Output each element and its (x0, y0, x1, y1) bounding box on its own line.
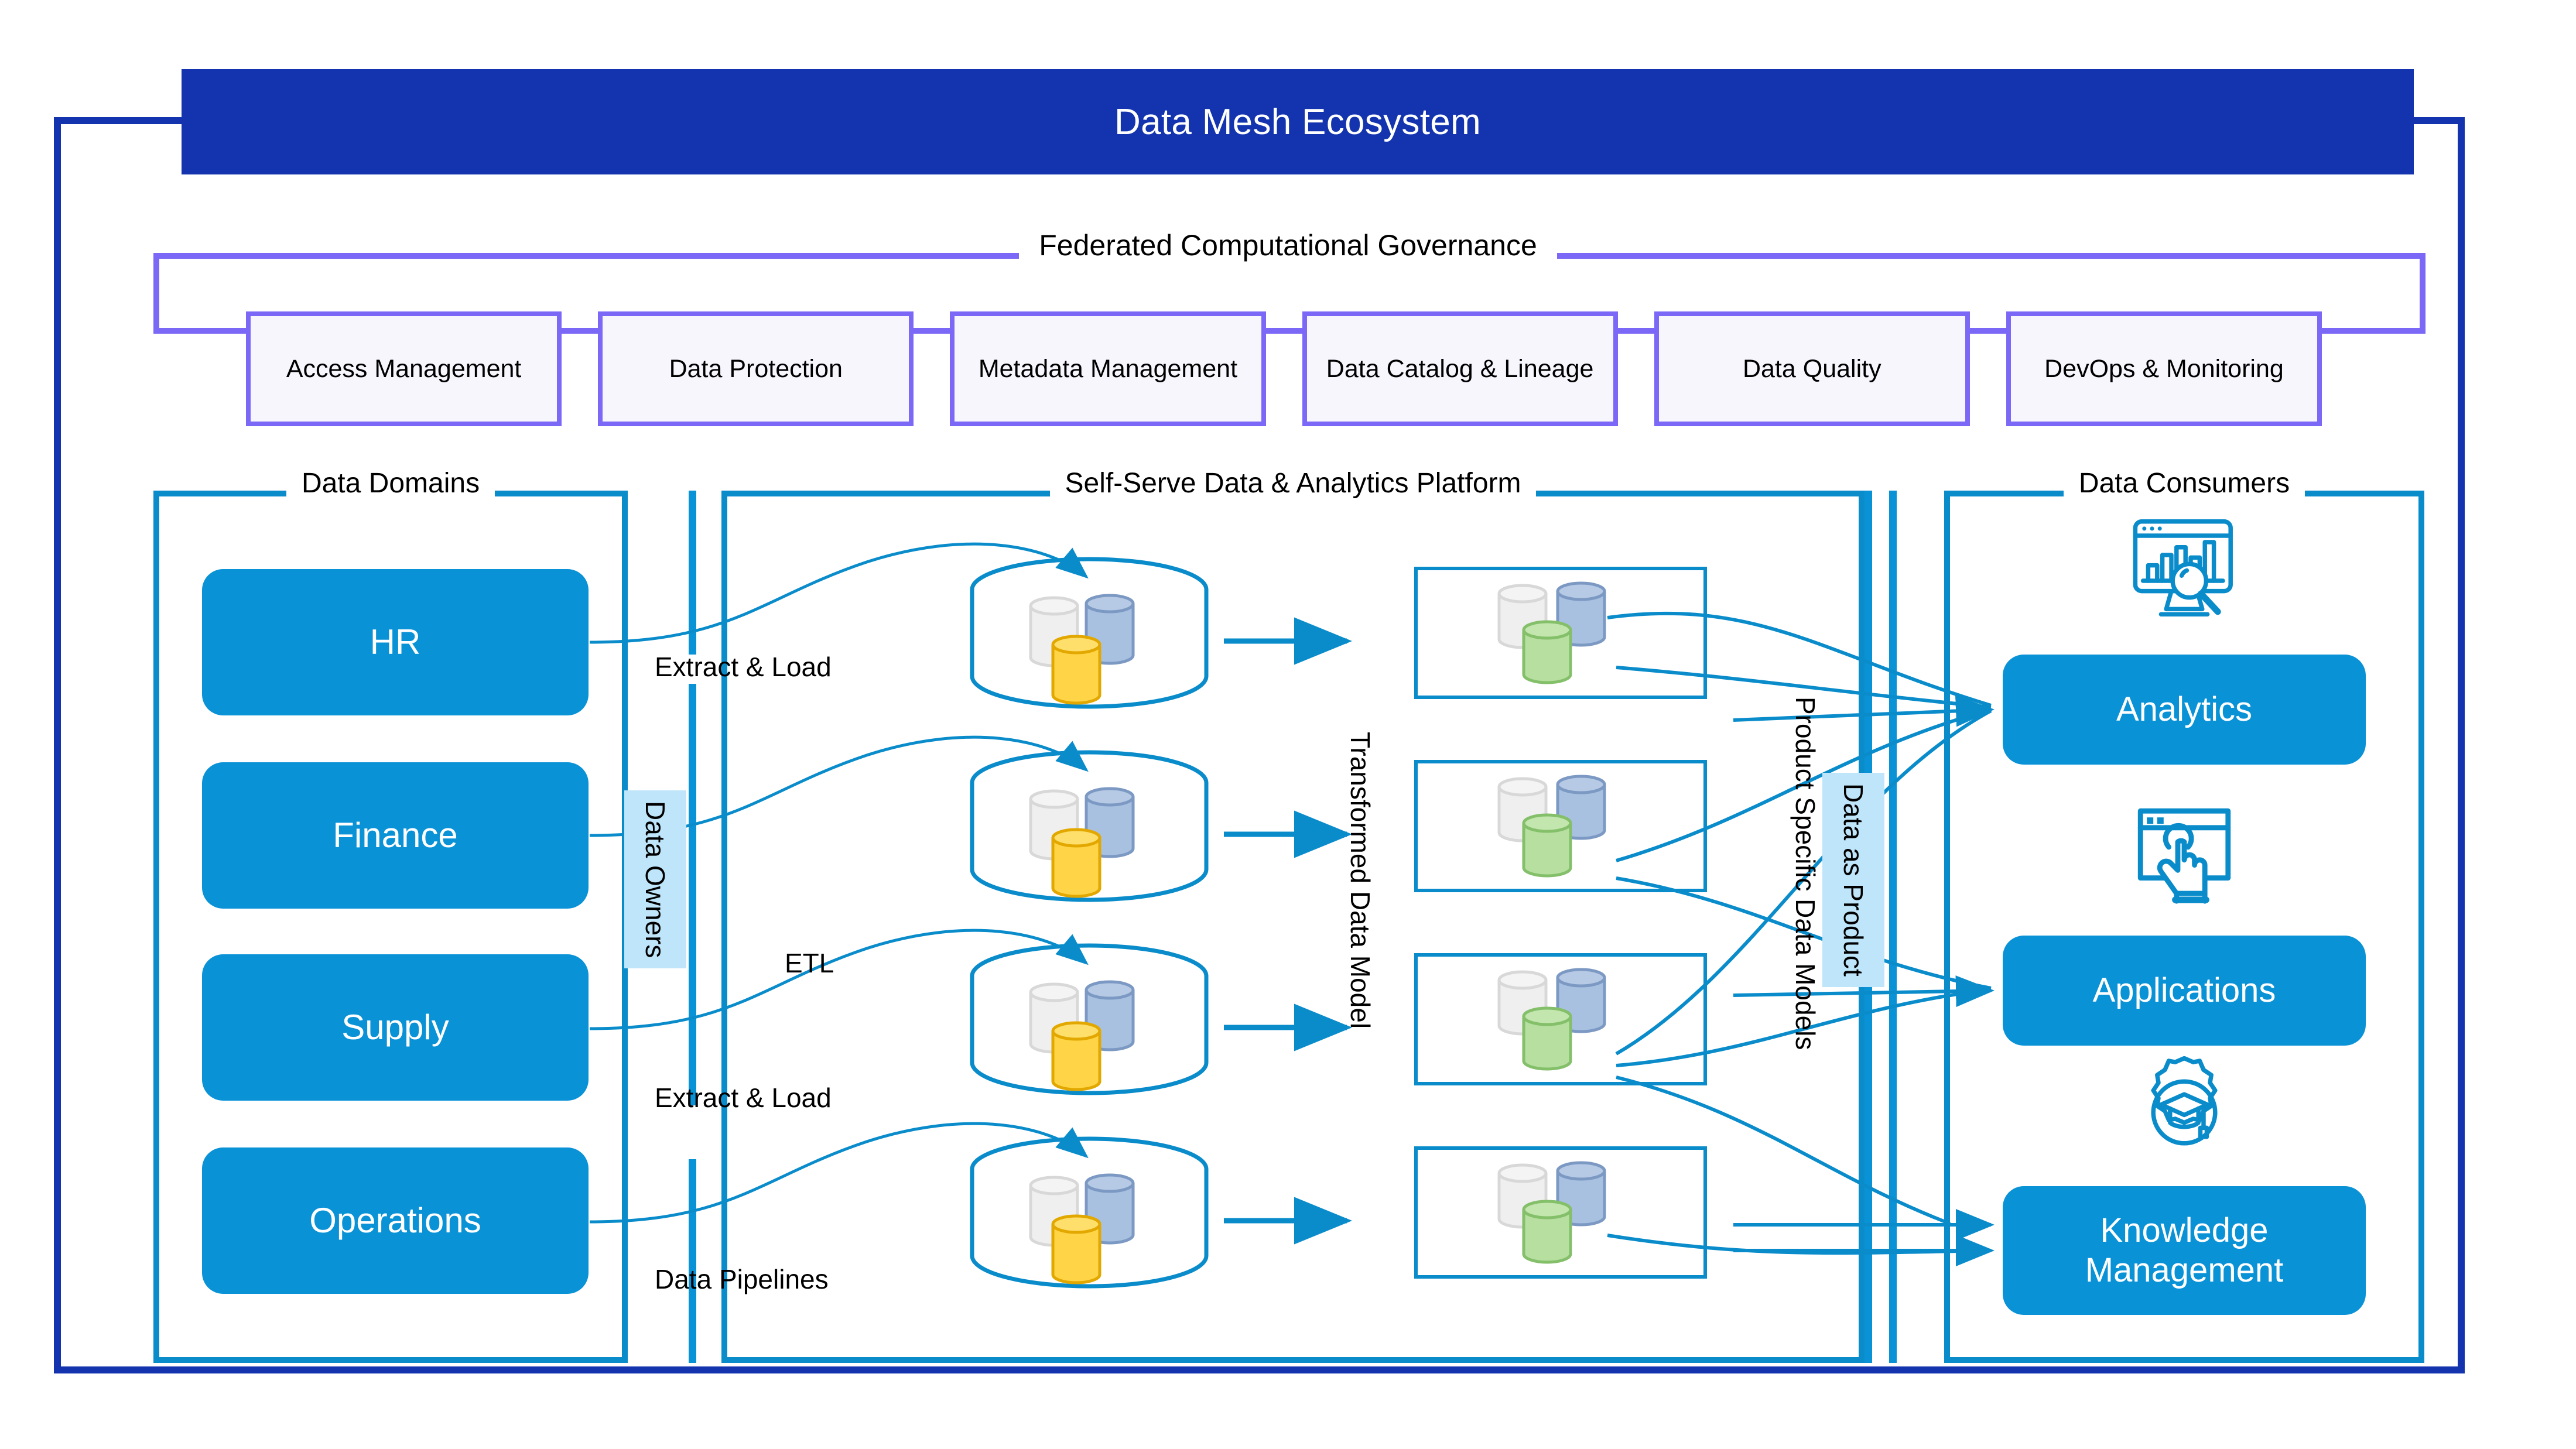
transformed-model-box-4 (1414, 1146, 1707, 1279)
governance-item-data-protection[interactable]: Data Protection (598, 311, 914, 426)
platform-title-text: Self-Serve Data & Analytics Platform (1049, 468, 1537, 499)
governance-item-devops-monitoring[interactable]: DevOps & Monitoring (2006, 311, 2322, 426)
label-data-pipelines: Data Pipelines (655, 1264, 829, 1294)
gear-graduation-cap-icon (2120, 1048, 2249, 1177)
governance-title-text: Federated Computational Governance (1019, 229, 1557, 262)
label-transformed-data-model: Transformed Data Model (1345, 732, 1376, 1029)
domain-card-operations[interactable]: Operations (202, 1147, 589, 1294)
domain-card-finance[interactable]: Finance (202, 762, 589, 909)
governance-item-access-management[interactable]: Access Management (246, 311, 562, 426)
data-consumers-title: Data Consumers (1944, 467, 2424, 499)
consumer-card-knowledge-management[interactable]: Knowledge Management (2003, 1186, 2366, 1315)
governance-title: Federated Computational Governance (0, 228, 2576, 262)
label-data-owners: Data Owners (624, 790, 686, 969)
transformed-model-box-1 (1414, 567, 1707, 699)
data-domains-title-text: Data Domains (286, 468, 495, 499)
label-product-specific-data-models: Product Specific Data Models (1790, 697, 1821, 1050)
consumer-card-analytics[interactable]: Analytics (2003, 655, 2366, 765)
governance-item-data-catalog-lineage[interactable]: Data Catalog & Lineage (1302, 311, 1618, 426)
domain-card-supply[interactable]: Supply (202, 954, 589, 1101)
governance-item-data-quality[interactable]: Data Quality (1654, 311, 1970, 426)
platform-title: Self-Serve Data & Analytics Platform (721, 467, 1865, 499)
label-extract-load-bottom: Extract & Load (655, 1083, 832, 1113)
governance-item-metadata-management[interactable]: Metadata Management (950, 311, 1266, 426)
label-extract-load-top: Extract & Load (655, 652, 832, 682)
analytics-dashboard-search-icon (2120, 503, 2249, 632)
data-consumers-title-text: Data Consumers (2063, 468, 2305, 499)
consumer-card-applications[interactable]: Applications (2003, 936, 2366, 1046)
label-data-as-product: Data as Product (1822, 773, 1884, 987)
label-etl: ETL (785, 948, 834, 978)
pipeline-guide-bar-1 (689, 491, 696, 655)
pipeline-guide-bar-3 (689, 1159, 696, 1363)
transformed-model-box-2 (1414, 760, 1707, 892)
domain-card-hr[interactable]: HR (202, 569, 589, 715)
browser-tap-hand-icon (2120, 790, 2249, 919)
governance-row: Access Management Data Protection Metada… (246, 311, 2322, 426)
page-title: Data Mesh Ecosystem (182, 69, 2414, 174)
transformed-model-box-3 (1414, 953, 1707, 1085)
product-guide-bar-left-2 (1889, 491, 1897, 1363)
diagram-canvas: Data Mesh Ecosystem Federated Computatio… (0, 0, 2576, 1449)
data-domains-title: Data Domains (153, 467, 628, 499)
pipeline-guide-bar-2 (689, 684, 696, 1105)
